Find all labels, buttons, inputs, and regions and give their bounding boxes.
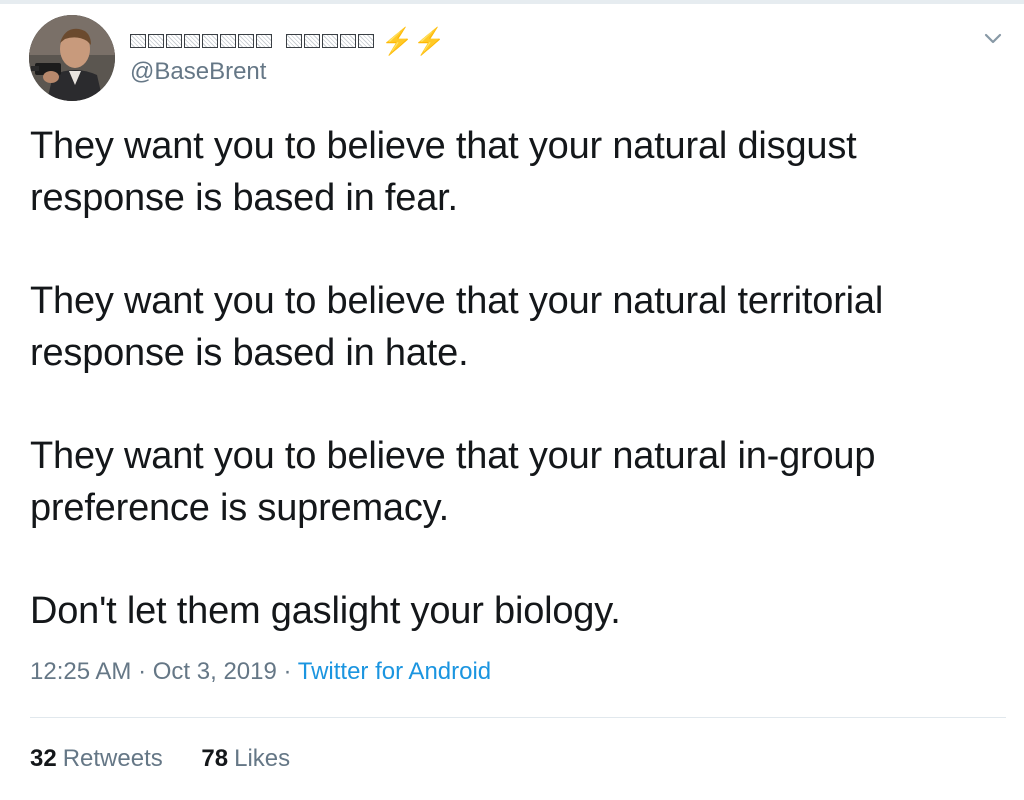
likes-stat[interactable]: 78 Likes — [201, 745, 290, 773]
retweets-label: Retweets — [62, 745, 163, 772]
tweet-source-link[interactable]: Twitter for Android — [298, 658, 491, 685]
display-name-glyphs — [130, 34, 374, 48]
tweet-stats: 32 Retweets 78 Likes — [30, 745, 322, 773]
top-border — [0, 0, 1024, 4]
tweet-paragraph: Don't let them gaslight your biology. — [30, 590, 621, 632]
tweet-card: ⚡⚡ @BaseBrent They want you to believe t… — [0, 0, 1024, 800]
divider — [30, 717, 1006, 718]
tweet-paragraph: They want you to believe that your natur… — [30, 125, 857, 219]
tweet-text: They want you to believe that your natur… — [30, 120, 990, 688]
likes-label: Likes — [234, 745, 291, 772]
meta-separator: · — [138, 658, 147, 685]
display-name[interactable]: ⚡⚡ — [130, 27, 446, 55]
likes-count: 78 — [201, 745, 229, 772]
avatar[interactable] — [29, 15, 115, 101]
tweet-date[interactable]: Oct 3, 2019 — [153, 658, 277, 685]
tweet-time[interactable]: 12:25 AM — [30, 658, 131, 685]
user-handle[interactable]: @BaseBrent — [130, 58, 266, 86]
tweet-paragraph: They want you to believe that your natur… — [30, 435, 876, 529]
tweet-paragraph: They want you to believe that your natur… — [30, 280, 884, 374]
tweet-meta: 12:25 AM · Oct 3, 2019 · Twitter for And… — [30, 658, 491, 686]
avatar-image — [29, 15, 115, 101]
chevron-down-icon[interactable] — [980, 26, 1006, 52]
meta-separator: · — [283, 658, 292, 685]
retweets-count: 32 — [30, 745, 57, 772]
retweets-stat[interactable]: 32 Retweets — [30, 745, 163, 773]
lightning-bolt-icon: ⚡⚡ — [381, 26, 446, 56]
